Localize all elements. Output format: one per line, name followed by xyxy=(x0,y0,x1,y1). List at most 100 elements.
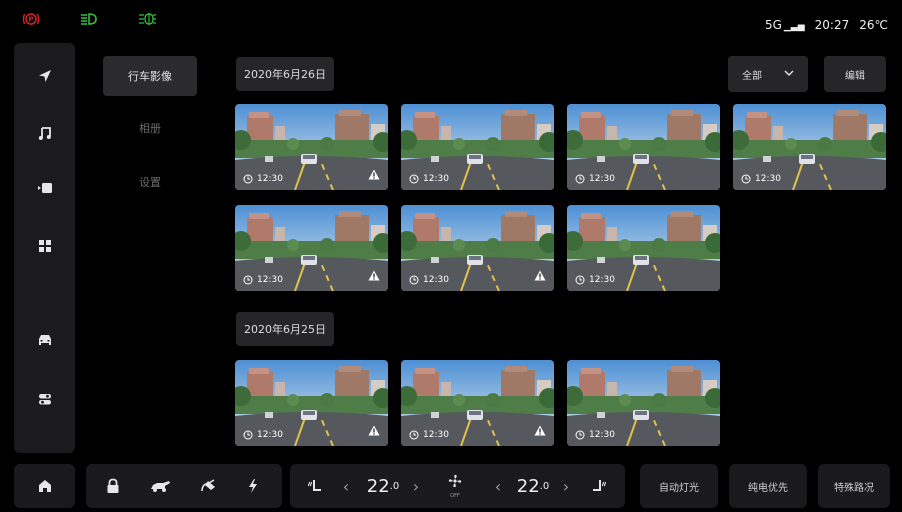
video-thumbnail[interactable]: 12:30 xyxy=(733,104,886,190)
parking-brake-icon: P xyxy=(22,12,40,31)
status-indicators: P xyxy=(22,12,156,31)
clock-icon xyxy=(243,275,253,285)
clip-time-label: 12:30 xyxy=(589,275,615,285)
clock-icon xyxy=(243,430,253,440)
navigation-icon xyxy=(37,68,53,84)
settings-toggle-icon xyxy=(37,391,53,407)
home-button[interactable] xyxy=(14,464,75,508)
video-icon xyxy=(37,180,53,196)
music-button[interactable] xyxy=(14,110,75,156)
date-header: 2020年6月25日 xyxy=(236,312,334,346)
video-thumbnail[interactable]: 12:30 xyxy=(235,360,388,446)
warning-icon xyxy=(368,266,380,285)
subnav-album[interactable]: 相册 xyxy=(103,108,197,148)
status-bar: P 5G ▁▃▅ 20:27 26℃ xyxy=(0,0,902,40)
clip-time: 12:30 xyxy=(575,275,615,285)
settings-toggle-button[interactable] xyxy=(14,376,75,422)
clock-icon xyxy=(243,174,253,184)
auto-lights-button[interactable]: 自动灯光 xyxy=(640,464,718,508)
fan-icon xyxy=(447,473,463,493)
video-thumbnail[interactable]: 12:30 xyxy=(401,360,554,446)
clock-icon xyxy=(575,275,585,285)
clock-icon xyxy=(409,174,419,184)
clip-time: 12:30 xyxy=(243,275,283,285)
clip-time: 12:30 xyxy=(243,174,283,184)
music-icon xyxy=(37,125,53,141)
video-thumbnail[interactable]: 12:30 xyxy=(401,205,554,291)
clock-icon xyxy=(741,174,751,184)
clip-time-label: 12:30 xyxy=(423,430,449,440)
clip-time-label: 12:30 xyxy=(257,174,283,184)
clip-time: 12:30 xyxy=(409,430,449,440)
warning-icon xyxy=(534,421,546,440)
seat-heat-right-icon[interactable] xyxy=(586,464,612,508)
lock-icon[interactable] xyxy=(98,464,128,508)
video-thumbnail[interactable]: 12:30 xyxy=(235,104,388,190)
clock-icon xyxy=(409,430,419,440)
chevron-down-icon xyxy=(784,69,794,80)
filter-label: 全部 xyxy=(742,70,762,82)
video-thumbnail[interactable]: 12:30 xyxy=(567,205,720,291)
clock-icon xyxy=(575,174,585,184)
clip-time: 12:30 xyxy=(409,275,449,285)
vehicle-button[interactable] xyxy=(14,317,75,363)
video-thumbnail[interactable]: 12:30 xyxy=(567,360,720,446)
left-temperature: 22.0 xyxy=(366,475,400,497)
clip-time-label: 12:30 xyxy=(257,430,283,440)
charge-port-icon[interactable] xyxy=(190,464,226,508)
clip-time-label: 12:30 xyxy=(589,430,615,440)
right-temp-decrease[interactable]: ‹ xyxy=(490,464,506,508)
clip-time: 12:30 xyxy=(575,174,615,184)
right-temp-increase[interactable]: › xyxy=(558,464,574,508)
network-indicator: 5G ▁▃▅ xyxy=(764,18,805,32)
apps-icon xyxy=(37,238,53,254)
home-icon xyxy=(14,464,75,508)
left-temp-increase[interactable]: › xyxy=(408,464,424,508)
clock: 20:27 xyxy=(814,18,850,32)
warning-icon xyxy=(534,266,546,285)
climate-panel: ‹ 22.0 › OFF ‹ 22.0 › xyxy=(290,464,625,508)
left-temp-decrease[interactable]: ‹ xyxy=(338,464,354,508)
warning-icon xyxy=(368,165,380,184)
video-button[interactable] xyxy=(14,165,75,211)
clock-icon xyxy=(575,430,585,440)
filter-dropdown[interactable]: 全部 xyxy=(728,56,808,92)
edit-button[interactable]: 编辑 xyxy=(824,56,886,92)
navigation-button[interactable] xyxy=(14,53,75,99)
clip-time-label: 12:30 xyxy=(755,174,781,184)
date-header: 2020年6月26日 xyxy=(236,57,334,91)
ev-priority-button[interactable]: 纯电优先 xyxy=(729,464,807,508)
headlight-icon xyxy=(80,12,98,31)
special-road-button[interactable]: 特殊路况 xyxy=(818,464,890,508)
clip-time: 12:30 xyxy=(575,430,615,440)
vehicle-controls-panel xyxy=(86,464,282,508)
car-icon xyxy=(36,332,54,348)
apps-button[interactable] xyxy=(14,223,75,269)
clip-time: 12:30 xyxy=(243,430,283,440)
outside-temperature: 26℃ xyxy=(859,18,888,32)
clip-time-label: 12:30 xyxy=(423,174,449,184)
status-right: 5G ▁▃▅ 20:27 26℃ xyxy=(765,18,888,32)
clip-time-label: 12:30 xyxy=(257,275,283,285)
clip-time: 12:30 xyxy=(409,174,449,184)
warning-icon xyxy=(368,421,380,440)
clip-time-label: 12:30 xyxy=(589,174,615,184)
fog-light-icon xyxy=(138,12,156,31)
video-thumbnail[interactable]: 12:30 xyxy=(235,205,388,291)
video-thumbnail[interactable]: 12:30 xyxy=(401,104,554,190)
left-rail xyxy=(14,43,75,453)
subnav-driving-video[interactable]: 行车影像 xyxy=(103,56,197,96)
subnav-settings[interactable]: 设置 xyxy=(103,162,197,202)
tailgate-icon[interactable] xyxy=(142,464,178,508)
clock-icon xyxy=(409,275,419,285)
clip-time-label: 12:30 xyxy=(423,275,449,285)
right-temperature: 22.0 xyxy=(516,475,550,497)
video-thumbnail[interactable]: 12:30 xyxy=(567,104,720,190)
clip-time: 12:30 xyxy=(741,174,781,184)
fan-status: OFF xyxy=(450,493,460,499)
svg-text:P: P xyxy=(28,16,33,24)
seat-heat-left-icon[interactable] xyxy=(302,464,328,508)
signal-icon: ▁▃▅ xyxy=(783,22,805,32)
fan-button[interactable]: OFF xyxy=(440,464,470,508)
lightning-icon[interactable] xyxy=(238,464,268,508)
